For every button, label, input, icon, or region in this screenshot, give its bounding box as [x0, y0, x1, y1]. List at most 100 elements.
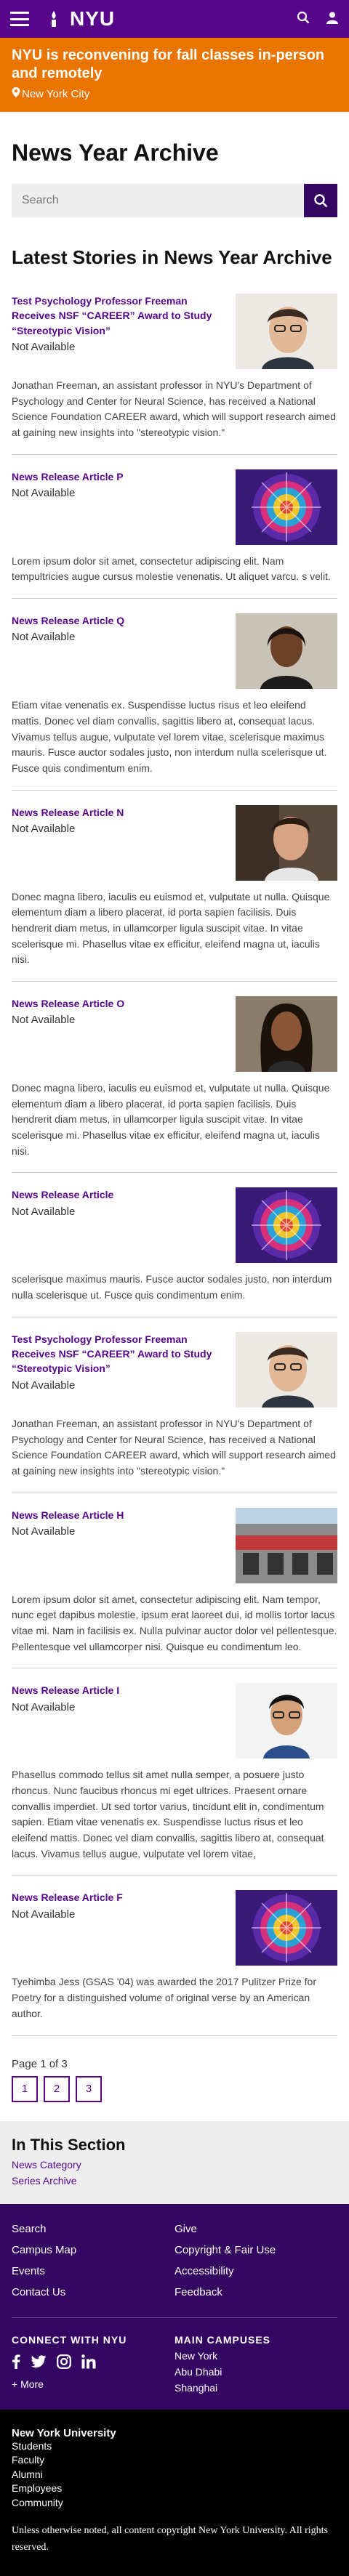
story-date: Not Available	[12, 1525, 230, 1538]
story-title-link[interactable]: News Release Article O	[12, 996, 230, 1011]
story-description: Donec magna libero, iaculis eu euismod e…	[12, 1081, 337, 1159]
story-title-link[interactable]: Test Psychology Professor Freeman Receiv…	[12, 1332, 230, 1376]
bottom-link-students[interactable]: Students	[12, 2439, 337, 2454]
alert-location-text: New York City	[22, 88, 89, 100]
story-description: Tyehimba Jess (GSAS '04) was awarded the…	[12, 1974, 337, 2022]
logo-text: NYU	[70, 7, 115, 31]
story-thumbnail[interactable]	[236, 294, 337, 369]
campuses-block: MAIN CAMPUSES New York Abu Dhabi Shangha…	[174, 2334, 337, 2394]
story-thumbnail[interactable]	[236, 1508, 337, 1583]
alert-banner[interactable]: NYU is reconvening for fall classes in-p…	[0, 38, 349, 112]
story-thumbnail[interactable]	[236, 805, 337, 881]
alert-title: NYU is reconvening for fall classes in-p…	[12, 47, 337, 83]
story-item: News Release Article Q Not Available Etiam…	[12, 599, 337, 790]
page-link-2[interactable]: 2	[44, 2076, 70, 2102]
hamburger-icon[interactable]	[10, 12, 29, 26]
search-icon	[313, 193, 328, 208]
footer-links: Search Give Campus Map Copyright & Fair …	[12, 2223, 337, 2298]
story-date: Not Available	[12, 1701, 230, 1713]
university-name: New York University	[12, 2427, 337, 2439]
facebook-icon[interactable]	[12, 2354, 20, 2373]
footer-link-campus-map[interactable]: Campus Map	[12, 2244, 174, 2256]
story-item: News Release Article I Not Available Phase…	[12, 1668, 337, 1876]
pagination: 1 2 3	[12, 2076, 337, 2102]
footer-divider	[12, 2317, 337, 2318]
story-item: News Release Article O Not Available Donec…	[12, 982, 337, 1173]
story-date: Not Available	[12, 1014, 230, 1026]
more-social-link[interactable]: + More	[12, 2378, 174, 2390]
search-input[interactable]	[12, 184, 304, 217]
map-pin-icon	[12, 87, 20, 100]
footer-link-accessibility[interactable]: Accessibility	[174, 2265, 337, 2277]
story-title-link[interactable]: News Release Article	[12, 1187, 230, 1202]
section-title: Latest Stories in News Year Archive	[12, 246, 337, 269]
story-title-link[interactable]: News Release Article Q	[12, 613, 230, 628]
user-icon[interactable]	[326, 11, 339, 28]
campus-shanghai[interactable]: Shanghai	[174, 2382, 337, 2394]
bottom-bar: New York University Students Faculty Alu…	[0, 2410, 349, 2576]
footer-link-copyright[interactable]: Copyright & Fair Use	[174, 2244, 337, 2256]
story-thumbnail[interactable]	[236, 1890, 337, 1966]
search-icon[interactable]	[297, 11, 310, 28]
story-description: Phasellus commodo tellus sit amet nulla …	[12, 1767, 337, 1862]
page-link-1[interactable]: 1	[12, 2076, 38, 2102]
footer-link-events[interactable]: Events	[12, 2265, 174, 2277]
story-date: Not Available	[12, 1206, 230, 1218]
story-thumbnail[interactable]	[236, 1187, 337, 1263]
story-description: scelerisque maximus mauris. Fusce auctor…	[12, 1272, 337, 1303]
story-title-link[interactable]: News Release Article N	[12, 805, 230, 820]
story-title-link[interactable]: News Release Article H	[12, 1508, 230, 1522]
in-section-title: In This Section	[12, 2136, 337, 2155]
story-thumbnail[interactable]	[236, 1332, 337, 1408]
link-news-category[interactable]: News Category	[12, 2159, 337, 2171]
story-item: Test Psychology Professor Freeman Receiv…	[12, 279, 337, 455]
story-title-link[interactable]: News Release Article I	[12, 1683, 230, 1697]
story-date: Not Available	[12, 1379, 230, 1392]
story-date: Not Available	[12, 631, 230, 643]
footer-link-contact[interactable]: Contact Us	[12, 2286, 174, 2298]
story-description: Donec magna libero, iaculis eu euismod e…	[12, 889, 337, 968]
story-item: Test Psychology Professor Freeman Receiv…	[12, 1317, 337, 1493]
connect-block: CONNECT WITH NYU + More	[12, 2334, 174, 2394]
campuses-title: MAIN CAMPUSES	[174, 2334, 337, 2346]
story-date: Not Available	[12, 1908, 230, 1921]
story-description: Etiam vitae venenatis ex. Suspendisse lu…	[12, 698, 337, 776]
story-thumbnail[interactable]	[236, 469, 337, 545]
site-footer: Search Give Campus Map Copyright & Fair …	[0, 2204, 349, 2410]
bottom-link-employees[interactable]: Employees	[12, 2482, 337, 2496]
footer-link-search[interactable]: Search	[12, 2223, 174, 2235]
linkedin-icon[interactable]	[81, 2354, 96, 2373]
twitter-icon[interactable]	[31, 2355, 47, 2372]
bottom-link-community[interactable]: Community	[12, 2496, 337, 2511]
copyright-text: Unless otherwise noted, all content copy…	[12, 2523, 337, 2556]
main-content: News Year Archive Latest Stories in News…	[0, 140, 349, 2102]
search-button[interactable]	[304, 184, 337, 217]
story-item: News Release Article F Not Available Tyehi…	[12, 1876, 337, 2035]
page-link-3[interactable]: 3	[76, 2076, 102, 2102]
torch-icon	[44, 9, 64, 29]
bottom-link-faculty[interactable]: Faculty	[12, 2453, 337, 2468]
story-title-link[interactable]: Test Psychology Professor Freeman Receiv…	[12, 294, 230, 338]
instagram-icon[interactable]	[57, 2354, 71, 2373]
site-header: NYU	[0, 0, 349, 38]
campus-abu-dhabi[interactable]: Abu Dhabi	[174, 2366, 337, 2378]
story-description: Jonathan Freeman, an assistant professor…	[12, 1416, 337, 1479]
story-date: Not Available	[12, 823, 230, 835]
story-title-link[interactable]: News Release Article F	[12, 1890, 230, 1905]
nyu-logo[interactable]: NYU	[44, 7, 115, 31]
story-date: Not Available	[12, 487, 230, 499]
footer-link-give[interactable]: Give	[174, 2223, 337, 2235]
story-thumbnail[interactable]	[236, 613, 337, 689]
story-thumbnail[interactable]	[236, 996, 337, 1072]
link-series-archive[interactable]: Series Archive	[12, 2175, 337, 2187]
connect-title: CONNECT WITH NYU	[12, 2334, 174, 2346]
bottom-link-alumni[interactable]: Alumni	[12, 2468, 337, 2482]
footer-link-feedback[interactable]: Feedback	[174, 2286, 337, 2298]
story-item: News Release Article PNot AvailableLorem…	[12, 455, 337, 599]
story-item: News Release Article N Not Available Donec…	[12, 791, 337, 982]
story-title-link[interactable]: News Release Article P	[12, 469, 230, 484]
alert-location: New York City	[12, 87, 337, 100]
campus-new-york[interactable]: New York	[174, 2350, 337, 2362]
story-thumbnail[interactable]	[236, 1683, 337, 1759]
search-form	[12, 184, 337, 217]
